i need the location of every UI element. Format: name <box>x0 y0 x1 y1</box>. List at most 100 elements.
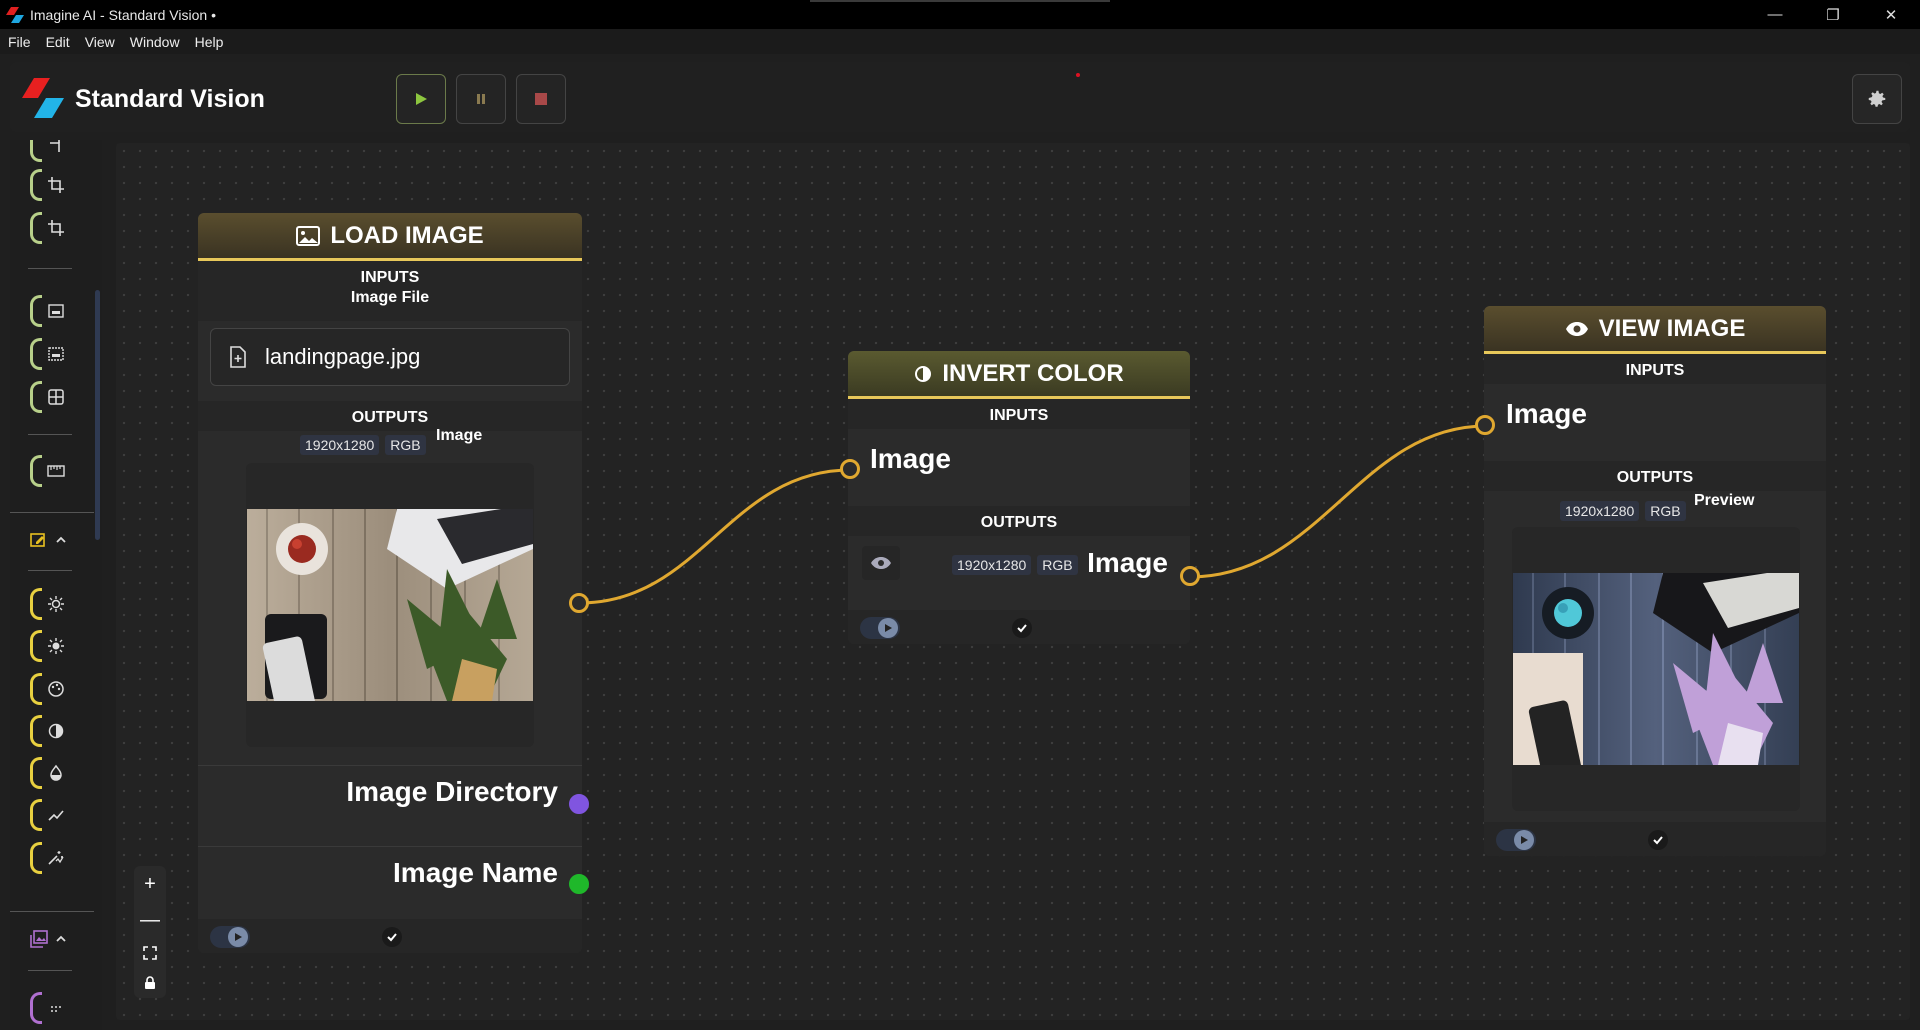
tool-crop[interactable] <box>30 167 70 203</box>
eye-icon <box>1565 321 1588 336</box>
image-icon <box>296 225 321 246</box>
app-header: Standard Vision <box>10 62 1910 132</box>
preview-toggle-button[interactable] <box>862 546 900 580</box>
tool-crop-alt[interactable] <box>30 210 70 246</box>
status-dot <box>1076 73 1080 77</box>
output-port-image[interactable] <box>1180 566 1200 586</box>
output-row-name: Image Name <box>198 846 582 906</box>
zoom-out-button[interactable]: — <box>140 910 160 930</box>
status-check <box>1648 830 1668 850</box>
tool-ruler[interactable] <box>30 453 70 489</box>
inputs-label: INPUTS <box>848 399 1190 429</box>
inputs-section: INPUTS Image File <box>198 261 582 321</box>
menu-file[interactable]: File <box>8 34 31 50</box>
mode-badge: RGB <box>1645 501 1686 521</box>
check-icon <box>1653 836 1663 845</box>
node-title: VIEW IMAGE <box>1598 314 1746 342</box>
pause-button[interactable] <box>456 74 506 124</box>
curve-icon <box>48 810 64 821</box>
node-load-image[interactable]: LOAD IMAGE INPUTS Image File landingpage… <box>198 213 582 953</box>
auto-run-toggle[interactable] <box>1496 829 1536 851</box>
stop-button[interactable] <box>516 74 566 124</box>
file-name-value: landingpage.jpg <box>265 344 421 369</box>
output-image-label: Image <box>436 427 483 444</box>
transform-icon <box>50 140 60 152</box>
tool-grid[interactable] <box>30 379 70 415</box>
input-image-label: Image <box>1506 398 1587 429</box>
resolution-badge: 1920x1280 <box>952 555 1032 575</box>
auto-run-toggle[interactable] <box>210 926 250 948</box>
grid-icon <box>48 389 64 405</box>
input-port-image[interactable] <box>840 459 860 479</box>
minimize-button[interactable]: — <box>1746 0 1804 29</box>
sidebar-scrollbar[interactable] <box>95 290 100 540</box>
image-frame-icon <box>48 347 64 361</box>
chevron-up-icon <box>56 935 66 942</box>
restore-button[interactable]: ❐ <box>1804 0 1862 29</box>
output-port-image[interactable] <box>569 593 589 613</box>
node-invert-color[interactable]: INVERT COLOR INPUTS Image OUTPUTS 1920x1… <box>848 351 1190 644</box>
tool-saturation[interactable] <box>30 755 70 791</box>
menu-edit[interactable]: Edit <box>46 34 70 50</box>
outputs-label: OUTPUTS <box>1484 461 1826 491</box>
tool-levels[interactable] <box>30 840 70 876</box>
tool-image-b[interactable] <box>30 336 70 372</box>
source-image <box>247 509 533 701</box>
mode-badge: RGB <box>1037 555 1078 575</box>
lock-icon[interactable] <box>144 976 156 990</box>
tool-curves[interactable] <box>30 797 70 833</box>
category-gallery-toggle[interactable] <box>30 926 80 952</box>
menu-view[interactable]: View <box>85 34 115 50</box>
input-port-image[interactable] <box>1475 415 1495 435</box>
tool-transform[interactable] <box>30 140 70 164</box>
crop-icon <box>48 177 64 193</box>
app-window: Imagine AI - Standard Vision • — ❐ ✕ Fil… <box>0 0 1920 1030</box>
outputs-label: OUTPUTS <box>198 401 582 431</box>
contrast-icon <box>915 365 932 382</box>
node-footer <box>848 610 1190 644</box>
tool-contrast[interactable] <box>30 628 70 664</box>
droplet-icon <box>50 764 62 781</box>
tool-more[interactable] <box>30 990 70 1026</box>
output-port-name[interactable] <box>569 874 589 894</box>
node-header[interactable]: LOAD IMAGE <box>198 213 582 261</box>
node-title: LOAD IMAGE <box>330 221 484 249</box>
play-circle-icon <box>235 933 242 941</box>
zoom-in-button[interactable]: + <box>144 874 156 894</box>
gallery-icon <box>30 930 48 948</box>
node-view-image[interactable]: VIEW IMAGE INPUTS Image OUTPUTS 1920x128… <box>1484 306 1826 856</box>
auto-run-toggle[interactable] <box>860 617 900 639</box>
close-button[interactable]: ✕ <box>1862 0 1920 29</box>
inputs-label: INPUTS <box>360 269 420 286</box>
tool-invert[interactable] <box>30 713 70 749</box>
inputs-label: INPUTS <box>1484 354 1826 384</box>
output-row-directory: Image Directory <box>198 765 582 825</box>
output-port-directory[interactable] <box>569 794 589 814</box>
outputs-label: OUTPUTS <box>848 506 1190 536</box>
file-add-icon <box>230 346 246 368</box>
input-image-label: Image <box>870 443 951 474</box>
node-header[interactable]: VIEW IMAGE <box>1484 306 1826 354</box>
output-directory-label: Image Directory <box>346 776 558 807</box>
run-button[interactable] <box>396 74 446 124</box>
node-footer <box>198 919 582 953</box>
tool-brightness[interactable] <box>30 586 70 622</box>
palette-icon <box>48 681 64 697</box>
output-image-label: Image <box>1087 547 1168 578</box>
tool-image-a[interactable] <box>30 293 70 329</box>
node-header[interactable]: INVERT COLOR <box>848 351 1190 399</box>
wand-icon <box>48 851 64 865</box>
fit-view-icon[interactable] <box>143 946 157 960</box>
file-picker-field[interactable]: landingpage.jpg <box>210 328 570 386</box>
menu-help[interactable]: Help <box>195 34 224 50</box>
ruler-icon <box>47 465 65 477</box>
input-name-label: Image File <box>350 289 430 306</box>
category-edit-toggle[interactable] <box>30 527 80 553</box>
zoom-controls: + — <box>134 866 166 998</box>
settings-button[interactable] <box>1852 74 1902 124</box>
tool-palette[interactable] <box>30 671 70 707</box>
menu-window[interactable]: Window <box>130 34 180 50</box>
output-preview-label: Preview <box>1694 492 1755 509</box>
edit-image-icon <box>30 533 45 547</box>
dots-icon <box>51 1006 61 1012</box>
